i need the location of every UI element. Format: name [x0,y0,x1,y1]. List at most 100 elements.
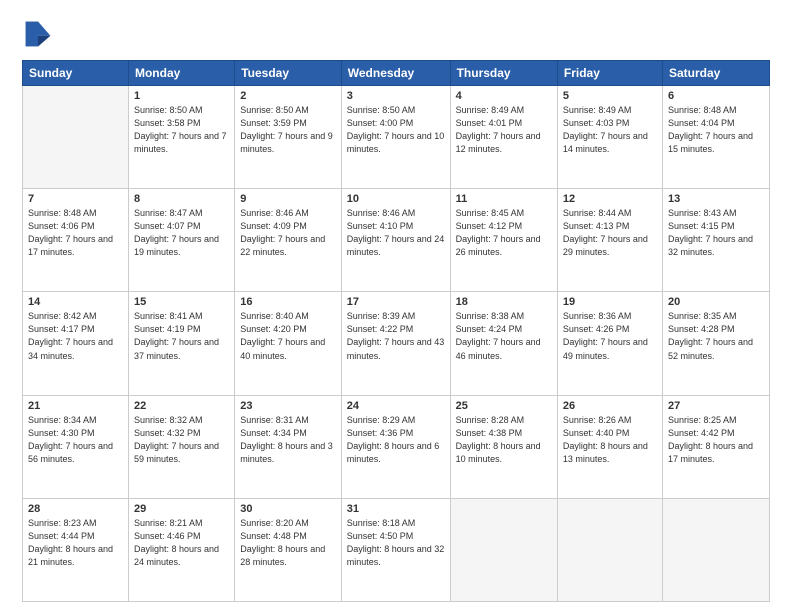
calendar-cell: 13 Sunrise: 8:43 AMSunset: 4:15 PMDayligh… [662,189,769,292]
calendar-cell: 20 Sunrise: 8:35 AMSunset: 4:28 PMDayligh… [662,292,769,395]
calendar-cell: 11 Sunrise: 8:45 AMSunset: 4:12 PMDayligh… [450,189,557,292]
day-info: Sunrise: 8:25 AMSunset: 4:42 PMDaylight:… [668,414,764,466]
weekday-header-friday: Friday [557,61,662,86]
weekday-header-wednesday: Wednesday [341,61,450,86]
day-number: 13 [668,193,764,205]
week-row-3: 21Sunrise: 8:34 AMSunset: 4:30 PMDayligh… [23,395,770,498]
day-info: Sunrise: 8:23 AMSunset: 4:44 PMDaylight:… [28,517,123,569]
day-number: 29 [134,503,229,515]
calendar-cell: 18Sunrise: 8:38 AMSunset: 4:24 PMDayligh… [450,292,557,395]
calendar-cell [450,498,557,601]
calendar-cell: 6 Sunrise: 8:48 AMSunset: 4:04 PMDaylight… [662,86,769,189]
day-info: Sunrise: 8:36 AMSunset: 4:26 PMDaylight:… [563,310,657,362]
day-number: 3 [347,90,445,102]
day-number: 6 [668,90,764,102]
calendar-cell: 30 Sunrise: 8:20 AMSunset: 4:48 PMDayligh… [235,498,342,601]
logo-icon [22,18,54,50]
calendar-cell: 27 Sunrise: 8:25 AMSunset: 4:42 PMDayligh… [662,395,769,498]
day-info: Sunrise: 8:46 AMSunset: 4:10 PMDaylight:… [347,207,445,259]
weekday-header-saturday: Saturday [662,61,769,86]
day-info: Sunrise: 8:49 AMSunset: 4:01 PMDaylight:… [456,104,552,156]
day-number: 23 [240,400,336,412]
calendar-cell: 25Sunrise: 8:28 AMSunset: 4:38 PMDayligh… [450,395,557,498]
day-number: 18 [456,296,552,308]
day-info: Sunrise: 8:39 AMSunset: 4:22 PMDaylight:… [347,310,445,362]
day-info: Sunrise: 8:48 AMSunset: 4:04 PMDaylight:… [668,104,764,156]
calendar-cell [23,86,129,189]
weekday-header-tuesday: Tuesday [235,61,342,86]
week-row-2: 14 Sunrise: 8:42 AMSunset: 4:17 PMDayligh… [23,292,770,395]
calendar-cell: 28 Sunrise: 8:23 AMSunset: 4:44 PMDayligh… [23,498,129,601]
calendar-cell: 26 Sunrise: 8:26 AMSunset: 4:40 PMDayligh… [557,395,662,498]
day-info: Sunrise: 8:42 AMSunset: 4:17 PMDaylight:… [28,310,123,362]
day-info: Sunrise: 8:21 AMSunset: 4:46 PMDaylight:… [134,517,229,569]
day-info: Sunrise: 8:46 AMSunset: 4:09 PMDaylight:… [240,207,336,259]
day-number: 16 [240,296,336,308]
day-info: Sunrise: 8:29 AMSunset: 4:36 PMDaylight:… [347,414,445,466]
day-info: Sunrise: 8:49 AMSunset: 4:03 PMDaylight:… [563,104,657,156]
day-info: Sunrise: 8:47 AMSunset: 4:07 PMDaylight:… [134,207,229,259]
calendar-cell: 24Sunrise: 8:29 AMSunset: 4:36 PMDayligh… [341,395,450,498]
week-row-4: 28 Sunrise: 8:23 AMSunset: 4:44 PMDayligh… [23,498,770,601]
day-number: 17 [347,296,445,308]
day-number: 14 [28,296,123,308]
header [22,18,770,50]
calendar-cell: 21Sunrise: 8:34 AMSunset: 4:30 PMDayligh… [23,395,129,498]
day-info: Sunrise: 8:48 AMSunset: 4:06 PMDaylight:… [28,207,123,259]
calendar-cell [662,498,769,601]
calendar-cell: 7Sunrise: 8:48 AMSunset: 4:06 PMDaylight… [23,189,129,292]
day-number: 22 [134,400,229,412]
calendar-cell [557,498,662,601]
day-number: 28 [28,503,123,515]
day-number: 5 [563,90,657,102]
day-info: Sunrise: 8:20 AMSunset: 4:48 PMDaylight:… [240,517,336,569]
week-row-1: 7Sunrise: 8:48 AMSunset: 4:06 PMDaylight… [23,189,770,292]
day-info: Sunrise: 8:50 AMSunset: 4:00 PMDaylight:… [347,104,445,156]
day-number: 2 [240,90,336,102]
day-number: 12 [563,193,657,205]
day-number: 9 [240,193,336,205]
day-info: Sunrise: 8:40 AMSunset: 4:20 PMDaylight:… [240,310,336,362]
week-row-0: 1Sunrise: 8:50 AMSunset: 3:58 PMDaylight… [23,86,770,189]
calendar-cell: 9 Sunrise: 8:46 AMSunset: 4:09 PMDaylight… [235,189,342,292]
day-number: 27 [668,400,764,412]
day-info: Sunrise: 8:32 AMSunset: 4:32 PMDaylight:… [134,414,229,466]
calendar-table: SundayMondayTuesdayWednesdayThursdayFrid… [22,60,770,602]
day-info: Sunrise: 8:43 AMSunset: 4:15 PMDaylight:… [668,207,764,259]
day-info: Sunrise: 8:35 AMSunset: 4:28 PMDaylight:… [668,310,764,362]
logo [22,18,60,50]
calendar-body: 1Sunrise: 8:50 AMSunset: 3:58 PMDaylight… [23,86,770,602]
weekday-header-monday: Monday [128,61,234,86]
calendar-cell: 10Sunrise: 8:46 AMSunset: 4:10 PMDayligh… [341,189,450,292]
weekday-header-thursday: Thursday [450,61,557,86]
day-number: 30 [240,503,336,515]
day-info: Sunrise: 8:41 AMSunset: 4:19 PMDaylight:… [134,310,229,362]
day-number: 8 [134,193,229,205]
calendar-cell: 22 Sunrise: 8:32 AMSunset: 4:32 PMDayligh… [128,395,234,498]
day-info: Sunrise: 8:45 AMSunset: 4:12 PMDaylight:… [456,207,552,259]
calendar-cell: 23Sunrise: 8:31 AMSunset: 4:34 PMDayligh… [235,395,342,498]
day-info: Sunrise: 8:26 AMSunset: 4:40 PMDaylight:… [563,414,657,466]
day-number: 11 [456,193,552,205]
calendar-cell: 19Sunrise: 8:36 AMSunset: 4:26 PMDayligh… [557,292,662,395]
day-number: 26 [563,400,657,412]
calendar-cell: 2Sunrise: 8:50 AMSunset: 3:59 PMDaylight… [235,86,342,189]
calendar-cell: 1Sunrise: 8:50 AMSunset: 3:58 PMDaylight… [128,86,234,189]
calendar-cell: 3 Sunrise: 8:50 AMSunset: 4:00 PMDaylight… [341,86,450,189]
day-number: 20 [668,296,764,308]
calendar-cell: 29 Sunrise: 8:21 AMSunset: 4:46 PMDayligh… [128,498,234,601]
calendar-cell: 31Sunrise: 8:18 AMSunset: 4:50 PMDayligh… [341,498,450,601]
day-info: Sunrise: 8:28 AMSunset: 4:38 PMDaylight:… [456,414,552,466]
day-info: Sunrise: 8:44 AMSunset: 4:13 PMDaylight:… [563,207,657,259]
day-number: 4 [456,90,552,102]
calendar-cell: 8 Sunrise: 8:47 AMSunset: 4:07 PMDaylight… [128,189,234,292]
calendar-cell: 15Sunrise: 8:41 AMSunset: 4:19 PMDayligh… [128,292,234,395]
weekday-header-sunday: Sunday [23,61,129,86]
day-number: 31 [347,503,445,515]
calendar-header: SundayMondayTuesdayWednesdayThursdayFrid… [23,61,770,86]
calendar-cell: 16 Sunrise: 8:40 AMSunset: 4:20 PMDayligh… [235,292,342,395]
calendar-cell: 5 Sunrise: 8:49 AMSunset: 4:03 PMDaylight… [557,86,662,189]
day-info: Sunrise: 8:34 AMSunset: 4:30 PMDaylight:… [28,414,123,466]
calendar-cell: 17 Sunrise: 8:39 AMSunset: 4:22 PMDayligh… [341,292,450,395]
calendar-cell: 12 Sunrise: 8:44 AMSunset: 4:13 PMDayligh… [557,189,662,292]
